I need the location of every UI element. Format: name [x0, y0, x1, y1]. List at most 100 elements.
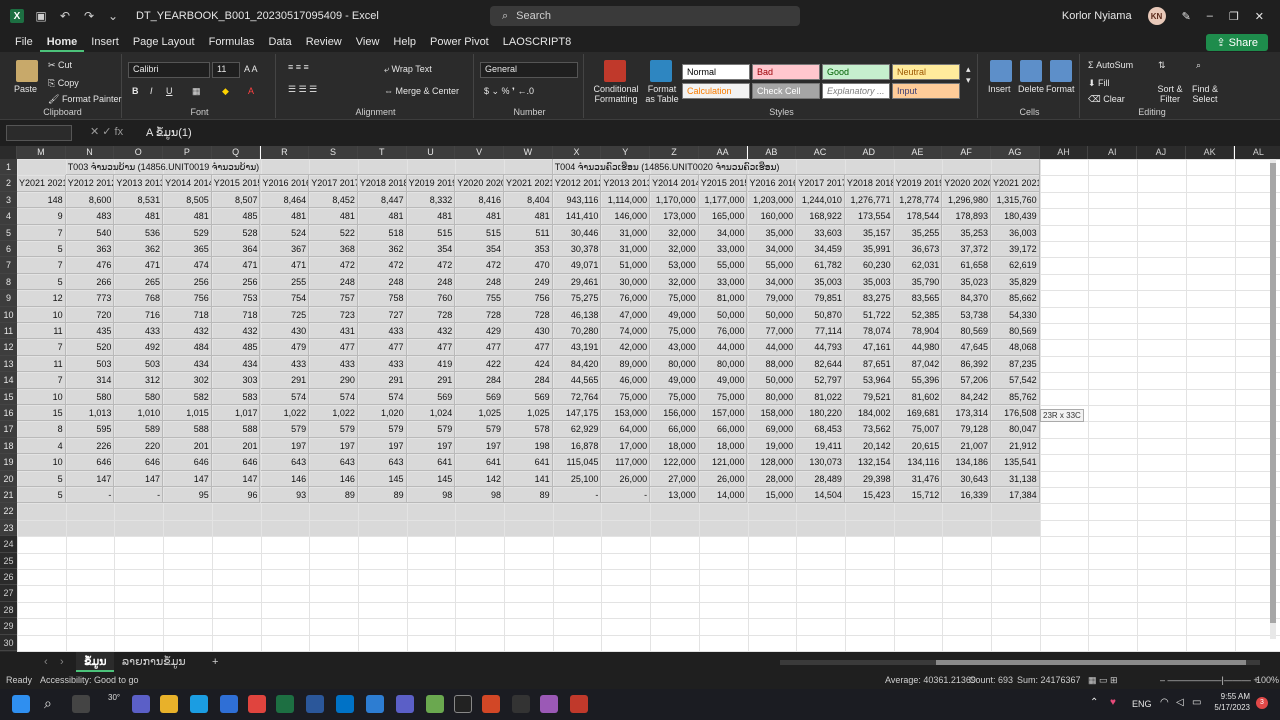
data-cell[interactable]: 477	[309, 339, 358, 356]
row-header-18[interactable]: 18	[0, 437, 17, 455]
data-cell[interactable]: 86,392	[942, 355, 991, 373]
data-cell[interactable]: 30,000	[601, 273, 651, 291]
underline-button[interactable]: U	[166, 86, 173, 96]
vertical-scrollbar[interactable]	[1270, 159, 1276, 639]
data-cell[interactable]: 728	[406, 306, 456, 323]
year-header[interactable]: Y2021 2021	[991, 175, 1040, 192]
app6-icon[interactable]	[570, 695, 588, 713]
row-header-13[interactable]: 13	[0, 355, 17, 373]
data-cell[interactable]: 62,031	[893, 257, 943, 274]
data-cell[interactable]: 31,476	[893, 470, 943, 487]
data-cell[interactable]: 19,000	[747, 437, 797, 455]
data-cell[interactable]: 77,000	[747, 323, 797, 340]
data-cell[interactable]: 477	[357, 339, 407, 356]
data-cell[interactable]: 18,000	[650, 437, 699, 455]
row-header-8[interactable]: 8	[0, 273, 17, 291]
data-cell[interactable]: 141,410	[552, 208, 602, 225]
data-cell[interactable]: 141	[504, 470, 553, 487]
data-cell[interactable]: 429	[455, 323, 504, 340]
data-cell[interactable]: 70,280	[552, 323, 602, 340]
data-cell[interactable]: 173,000	[650, 208, 699, 225]
app4-icon[interactable]	[512, 695, 530, 713]
data-cell[interactable]: 84,420	[552, 355, 602, 373]
data-cell[interactable]: 1,244,010	[796, 191, 845, 209]
data-cell[interactable]: 83,565	[893, 290, 943, 307]
data-cell[interactable]: 579	[455, 421, 504, 438]
data-cell[interactable]: 249	[504, 273, 553, 291]
data-cell[interactable]: 481	[406, 208, 456, 225]
data-cell[interactable]: 368	[309, 241, 358, 258]
data-cell[interactable]: 89	[357, 487, 407, 504]
row-header-25[interactable]: 25	[0, 552, 17, 569]
data-cell[interactable]: 756	[163, 290, 212, 307]
word-icon[interactable]	[306, 695, 324, 713]
data-cell[interactable]: -	[114, 487, 164, 504]
wrap-text-button[interactable]: ⤶ Wrap Text	[384, 64, 432, 75]
row-header-23[interactable]: 23	[0, 519, 17, 537]
data-cell[interactable]: 82,644	[796, 355, 845, 373]
data-cell[interactable]: 34,459	[796, 241, 845, 258]
paste-button[interactable]: Paste	[14, 84, 37, 94]
data-cell[interactable]: 30,643	[942, 470, 991, 487]
data-cell[interactable]: 753	[211, 290, 261, 307]
data-cell[interactable]: 1,170,000	[650, 191, 699, 209]
tab-home[interactable]: Home	[39, 32, 85, 52]
data-cell[interactable]: 728	[504, 306, 553, 323]
data-cell[interactable]: 435	[65, 323, 115, 340]
data-cell[interactable]: 588	[211, 421, 261, 438]
save-icon[interactable]: ▣	[34, 9, 48, 23]
data-cell[interactable]: 515	[406, 224, 456, 241]
data-cell[interactable]: 79,521	[844, 388, 894, 405]
tab-power-pivot[interactable]: Power Pivot	[423, 32, 496, 52]
data-cell[interactable]: 646	[65, 454, 115, 471]
fill-color-icon[interactable]: ◆	[222, 86, 229, 97]
data-cell[interactable]: 20,615	[893, 437, 943, 455]
data-cell[interactable]: 85,662	[991, 290, 1040, 307]
data-cell[interactable]: 80,000	[747, 388, 797, 405]
insert-cells-button[interactable]: Insert	[988, 84, 1011, 94]
data-cell[interactable]: 291	[406, 372, 456, 389]
data-cell[interactable]: 157,000	[698, 405, 748, 422]
data-cell[interactable]: 1,025	[504, 405, 553, 422]
data-cell[interactable]: 643	[260, 454, 310, 471]
data-cell[interactable]: 17,384	[991, 487, 1040, 504]
data-cell[interactable]: 302	[163, 372, 212, 389]
year-header[interactable]: Y2020 2020	[942, 175, 991, 192]
data-cell[interactable]: 481	[309, 208, 358, 225]
column-header-AE[interactable]: AE	[893, 146, 943, 159]
data-cell[interactable]: 50,870	[796, 306, 845, 323]
year-header[interactable]: Y2014 2014	[650, 175, 699, 192]
row-header-7[interactable]: 7	[0, 257, 17, 274]
data-cell[interactable]: 75,275	[552, 290, 602, 307]
data-cell[interactable]: 646	[163, 454, 212, 471]
data-cell[interactable]: 75,000	[650, 290, 699, 307]
data-cell[interactable]: 75,000	[601, 388, 651, 405]
weather-temp[interactable]: 30°	[108, 693, 120, 702]
data-cell[interactable]: 471	[114, 257, 164, 274]
data-cell[interactable]: 8,507	[211, 191, 261, 209]
data-cell[interactable]: 725	[260, 306, 310, 323]
column-header-AD[interactable]: AD	[844, 146, 894, 159]
data-cell[interactable]: 89,000	[601, 355, 651, 373]
year-header[interactable]: Y2020 2020	[455, 175, 504, 192]
font-color-icon[interactable]: A	[248, 86, 254, 96]
header-t004[interactable]: T004 ຈໍານວນຄົວເຮືອນ (14856.UNIT0020 ຈໍານ…	[552, 159, 1040, 176]
wifi-icon[interactable]: ◠	[1160, 697, 1169, 708]
data-cell[interactable]: 197	[357, 437, 407, 455]
data-cell[interactable]: 354	[455, 241, 504, 258]
data-cell[interactable]: 15,712	[893, 487, 943, 504]
data-cell[interactable]: 73,562	[844, 421, 894, 438]
data-cell[interactable]: -	[65, 487, 115, 504]
data-cell[interactable]: 8,600	[65, 191, 115, 209]
data-cell[interactable]: 8,416	[455, 191, 504, 209]
data-cell[interactable]: 197	[260, 437, 310, 455]
language-indicator[interactable]: ENG	[1132, 699, 1152, 709]
style-good[interactable]: Good	[822, 64, 890, 80]
data-cell[interactable]: 569	[504, 388, 553, 405]
data-cell[interactable]: 78,904	[893, 323, 943, 340]
data-cell[interactable]: 74,000	[601, 323, 651, 340]
data-cell[interactable]: 147	[65, 470, 115, 487]
format-as-table-button[interactable]: Format as Table	[642, 84, 682, 104]
data-cell[interactable]: 147	[114, 470, 164, 487]
format-cells-icon[interactable]	[1050, 60, 1072, 82]
